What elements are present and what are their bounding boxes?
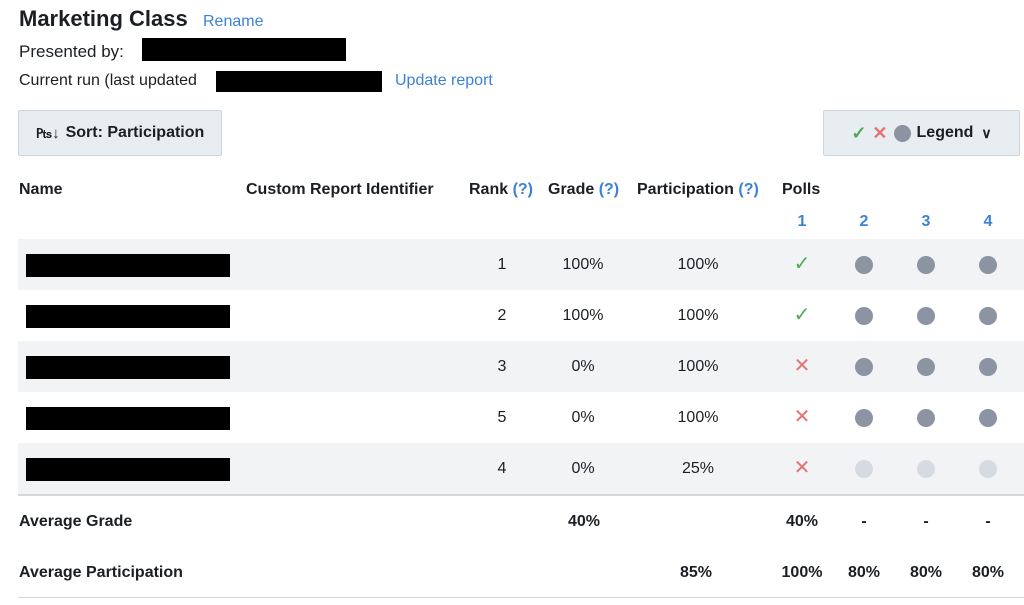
participation-cell: 100% — [677, 256, 719, 273]
sort-label: Sort: Participation — [65, 124, 205, 141]
average-grade-label: Average Grade — [19, 513, 133, 530]
x-icon[interactable]: ✕ — [782, 353, 822, 378]
grade-help-icon[interactable]: (?) — [599, 181, 619, 198]
table-bottom-line — [18, 597, 1024, 598]
dot-icon — [893, 124, 911, 142]
participation-cell: 100% — [677, 358, 719, 375]
student-name-redaction — [26, 458, 230, 481]
answered-dot-icon[interactable] — [979, 256, 997, 274]
average-grade-poll-3: - — [923, 513, 929, 530]
rank-cell: 1 — [497, 256, 507, 273]
average-grade-value: 40% — [567, 513, 601, 530]
legend-button[interactable]: ✓ ✕ Legend ∨ — [823, 110, 1020, 156]
legend-label: Legend — [916, 124, 974, 141]
column-header-polls: Polls — [782, 181, 821, 198]
average-participation-poll-3: 80% — [909, 564, 943, 581]
page-title: Marketing Class — [19, 6, 188, 31]
participation-cell: 100% — [677, 307, 719, 324]
chevron-down-icon: ∨ — [981, 124, 992, 141]
table-row[interactable]: 4 0% 25% ✕ — [18, 443, 1024, 494]
rank-help-icon[interactable]: (?) — [513, 181, 533, 198]
table-row[interactable]: 5 0% 100% ✕ — [18, 392, 1024, 443]
average-grade-poll-2: - — [861, 513, 867, 530]
student-name-redaction — [26, 305, 230, 328]
check-icon: ✓ — [851, 122, 867, 143]
answered-dot-icon[interactable] — [855, 409, 873, 427]
poll-number-4[interactable]: 4 — [968, 213, 1008, 231]
grade-cell: 100% — [562, 307, 604, 324]
presented-by-label: Presented by: — [19, 42, 124, 61]
update-report-link[interactable]: Update report — [395, 72, 493, 90]
student-name-redaction — [26, 407, 230, 430]
unanswered-dot-icon[interactable] — [979, 460, 997, 478]
x-icon[interactable]: ✕ — [782, 455, 822, 480]
answered-dot-icon[interactable] — [917, 358, 935, 376]
timestamp-redaction — [216, 71, 382, 92]
answered-dot-icon[interactable] — [855, 358, 873, 376]
poll-number-1[interactable]: 1 — [782, 213, 822, 231]
participation-cell: 100% — [677, 409, 719, 426]
rank-cell: 3 — [497, 358, 507, 375]
rename-link[interactable]: Rename — [203, 13, 263, 31]
presenter-redaction — [142, 38, 346, 61]
column-header-custom-id: Custom Report Identifier — [246, 181, 434, 198]
answered-dot-icon[interactable] — [979, 307, 997, 325]
average-participation-poll-2: 80% — [847, 564, 881, 581]
answered-dot-icon[interactable] — [917, 409, 935, 427]
answered-dot-icon[interactable] — [917, 256, 935, 274]
average-participation-poll-4: 80% — [971, 564, 1005, 581]
current-run-label: Current run (last updated — [19, 72, 197, 89]
grade-cell: 0% — [571, 358, 595, 375]
average-grade-poll-1: 40% — [785, 513, 819, 530]
column-header-name: Name — [19, 181, 63, 198]
poll-number-3[interactable]: 3 — [906, 213, 946, 231]
grade-cell: 0% — [571, 460, 595, 477]
check-icon[interactable]: ✓ — [782, 302, 822, 327]
average-participation-label: Average Participation — [19, 564, 183, 581]
poll-number-2[interactable]: 2 — [844, 213, 884, 231]
check-icon[interactable]: ✓ — [782, 251, 822, 276]
answered-dot-icon[interactable] — [979, 409, 997, 427]
average-grade-poll-4: - — [985, 513, 991, 530]
sort-button[interactable]: ₧↓ Sort: Participation — [18, 110, 222, 156]
answered-dot-icon[interactable] — [855, 256, 873, 274]
participation-cell: 25% — [681, 460, 715, 477]
unanswered-dot-icon[interactable] — [917, 460, 935, 478]
student-name-redaction — [26, 254, 230, 277]
grade-cell: 100% — [562, 256, 604, 273]
x-icon[interactable]: ✕ — [782, 404, 822, 429]
average-participation-poll-1: 100% — [781, 564, 823, 581]
x-icon: ✕ — [872, 122, 888, 143]
rank-cell: 5 — [497, 409, 507, 426]
column-header-grade: Grade (?) — [548, 181, 619, 199]
participation-help-icon[interactable]: (?) — [738, 181, 758, 198]
answered-dot-icon[interactable] — [979, 358, 997, 376]
grade-label: Grade — [548, 181, 595, 198]
answered-dot-icon[interactable] — [855, 307, 873, 325]
rank-cell: 4 — [497, 460, 507, 477]
table-row[interactable]: 2 100% 100% ✓ — [18, 290, 1024, 341]
average-participation-value: 85% — [679, 564, 713, 581]
table-row[interactable]: 1 100% 100% ✓ — [18, 239, 1024, 290]
column-header-participation: Participation (?) — [637, 181, 759, 199]
participation-label: Participation — [637, 181, 734, 198]
student-name-redaction — [26, 356, 230, 379]
grade-cell: 0% — [571, 409, 595, 426]
sort-icon: ₧↓ — [35, 124, 60, 142]
column-header-rank: Rank (?) — [469, 181, 533, 199]
table-row[interactable]: 3 0% 100% ✕ — [18, 341, 1024, 392]
answered-dot-icon[interactable] — [917, 307, 935, 325]
rank-label: Rank — [469, 181, 509, 198]
rank-cell: 2 — [497, 307, 507, 324]
unanswered-dot-icon[interactable] — [855, 460, 873, 478]
table-divider — [18, 494, 1024, 496]
